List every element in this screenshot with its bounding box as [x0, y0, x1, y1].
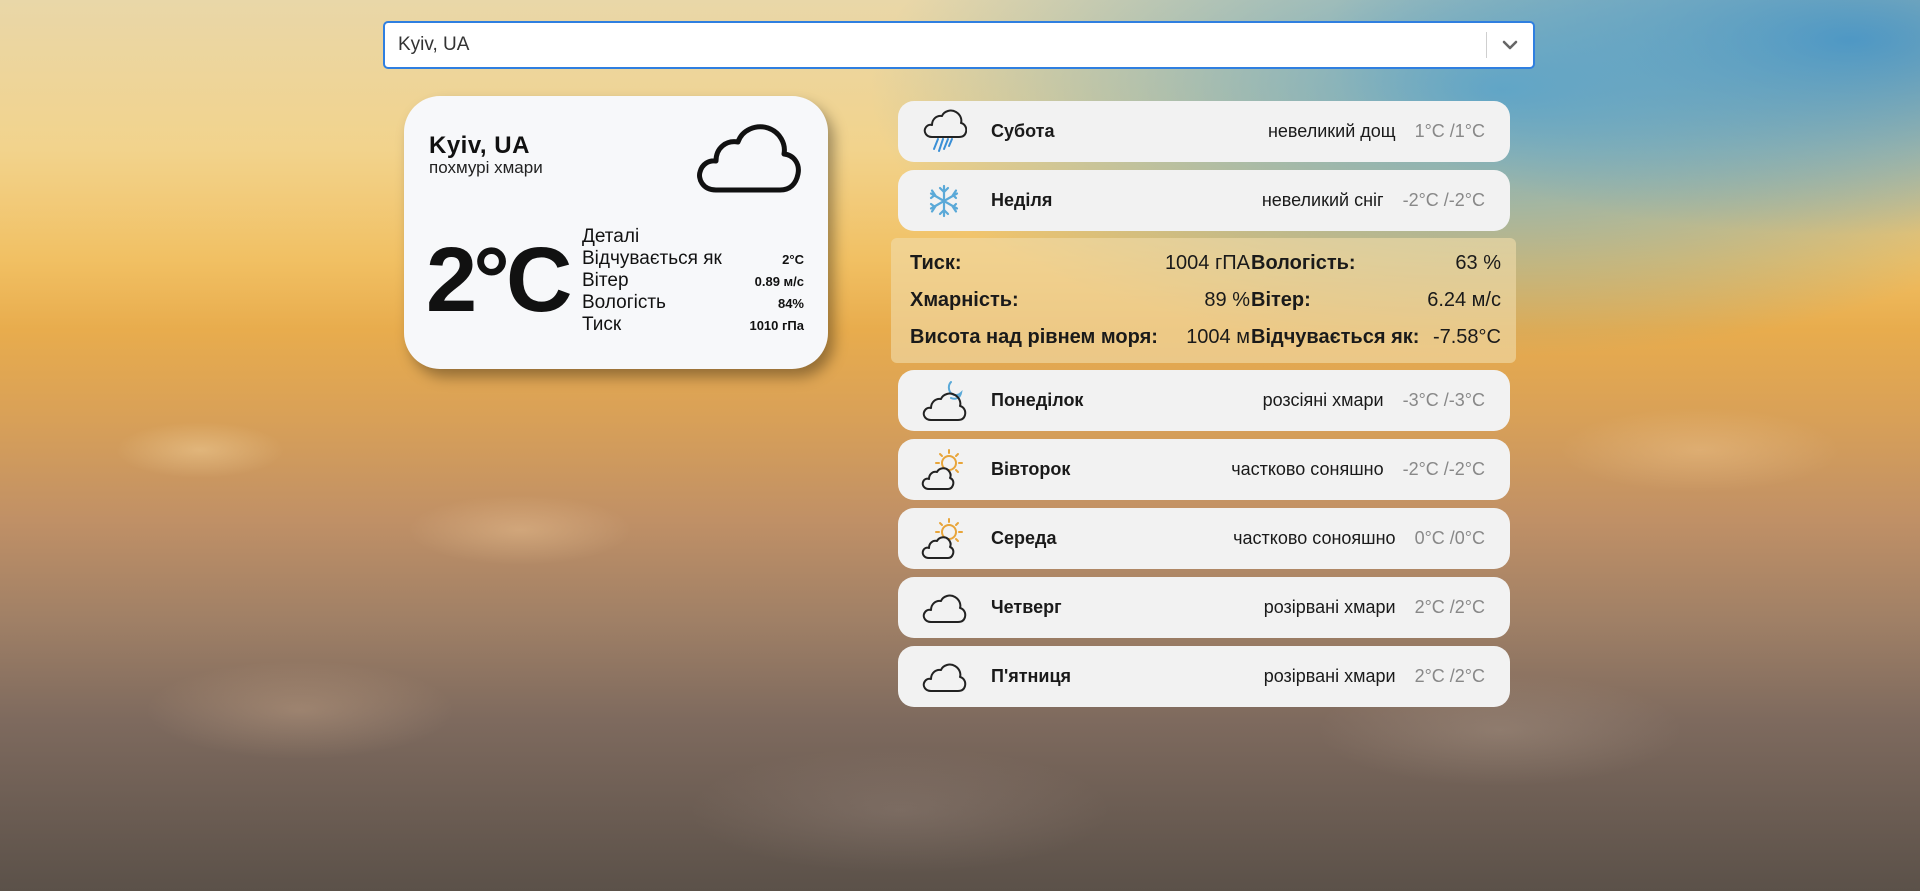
- current-temperature: 2°C: [426, 229, 572, 331]
- detail-label: Відчувається як: [582, 248, 722, 269]
- forecast-description: розірвані хмари: [1263, 597, 1396, 617]
- forecast-description: частково сонояшно: [1233, 528, 1396, 548]
- detail-value: 0.89 м/с: [754, 273, 804, 289]
- forecast-description: розірвані хмари: [1263, 666, 1396, 686]
- current-city: Kyiv, UA: [429, 132, 530, 159]
- forecast-description: розсіяні хмари: [1262, 390, 1384, 410]
- city-select-value[interactable]: Kyiv, UA: [385, 34, 1486, 56]
- current-details: Деталі Відчувається як 2°C Вітер 0.89 м/…: [582, 226, 804, 336]
- sun-cloud-icon: [919, 514, 969, 564]
- sun-cloud-icon: [919, 445, 969, 495]
- rain-icon: [919, 107, 969, 157]
- detail-label: Тиск: [582, 314, 622, 335]
- forecast-temp: 2°C /2°C: [1414, 666, 1485, 686]
- forecast-temp: 0°C /0°C: [1414, 528, 1485, 548]
- clouds-row: Хмарність: 89 %: [910, 285, 1250, 315]
- chevron-down-icon[interactable]: [1487, 23, 1533, 67]
- forecast-item-wednesday[interactable]: Середа частково сонояшно 0°C /0°C: [898, 508, 1510, 569]
- forecast-temp: 1°C /1°C: [1414, 121, 1485, 141]
- detail-row: Відчувається як 2°C: [582, 248, 804, 270]
- forecast-day-name: Понеділок: [991, 390, 1084, 410]
- pressure-value: 1004 гПА: [1164, 251, 1250, 274]
- detail-row: Вітер 0.89 м/с: [582, 270, 804, 292]
- forecast-description: частково соняшно: [1231, 459, 1384, 479]
- humidity-label: Вологість:: [1251, 251, 1356, 274]
- forecast-description: невеликий дощ: [1267, 121, 1396, 141]
- forecast-temp: -2°C /-2°C: [1402, 459, 1485, 479]
- forecast-day-name: Четверг: [991, 597, 1062, 617]
- pressure-label: Тиск:: [910, 251, 962, 274]
- detail-label: Вітер: [582, 270, 629, 291]
- cloud-icon: [919, 652, 969, 702]
- clouds-label: Хмарність:: [910, 288, 1019, 311]
- humidity-row: Вологість: 63 %: [1251, 248, 1501, 278]
- forecast-temp: -2°C /-2°C: [1402, 190, 1485, 210]
- current-description: похмурі хмари: [429, 158, 543, 177]
- feels-like-label: Відчувається як:: [1251, 325, 1420, 348]
- detail-row: Вологість 84%: [582, 292, 804, 314]
- forecast-item-friday[interactable]: П'ятниця розірвані хмари 2°C /2°C: [898, 646, 1510, 707]
- feels-like-row: Відчувається як: -7.58°C: [1251, 322, 1501, 352]
- forecast-temp: -3°C /-3°C: [1402, 390, 1485, 410]
- detail-value: 84%: [777, 295, 804, 311]
- cloud-icon: [694, 120, 802, 203]
- current-weather-card: Kyiv, UA похмурі хмари 2°C Деталі Відчув…: [404, 96, 828, 369]
- cloud-moon-icon: [919, 376, 969, 426]
- cloud-icon: [919, 583, 969, 633]
- forecast-item-sunday[interactable]: Неділя невеликий сніг -2°C /-2°C: [898, 170, 1510, 231]
- wind-value: 6.24 м/с: [1427, 288, 1501, 311]
- sea-level-value: 1004 м: [1186, 325, 1250, 348]
- forecast-day-name: Неділя: [991, 190, 1053, 210]
- detail-value: 1010 гПа: [749, 317, 804, 333]
- snowflake-icon: [919, 176, 969, 226]
- forecast-item-tuesday[interactable]: Вівторок частково соняшно -2°C /-2°C: [898, 439, 1510, 500]
- forecast-day-name: Вівторок: [991, 459, 1071, 479]
- forecast-day-name: Середа: [991, 528, 1057, 548]
- pressure-row: Тиск: 1004 гПА: [910, 248, 1250, 278]
- expanded-day-details: Тиск: 1004 гПА Вологість: 63 % Хмарність…: [891, 238, 1516, 363]
- forecast-description: невеликий сніг: [1261, 190, 1384, 210]
- humidity-value: 63 %: [1455, 251, 1501, 274]
- forecast-day-name: Субота: [991, 121, 1055, 141]
- detail-value: 2°C: [782, 251, 804, 267]
- wind-row: Вітер: 6.24 м/с: [1251, 285, 1501, 315]
- forecast-day-name: П'ятниця: [991, 666, 1072, 686]
- forecast-item-thursday[interactable]: Четверг розірвані хмари 2°C /2°C: [898, 577, 1510, 638]
- city-select[interactable]: Kyiv, UA: [383, 21, 1535, 69]
- detail-label: Вологість: [582, 292, 666, 313]
- wind-label: Вітер:: [1251, 288, 1311, 311]
- feels-like-value: -7.58°C: [1432, 325, 1501, 348]
- forecast-temp: 2°C /2°C: [1414, 597, 1485, 617]
- forecast-item-saturday[interactable]: Субота невеликий дощ 1°C /1°C: [898, 101, 1510, 162]
- details-heading: Деталі: [582, 226, 640, 247]
- sea-level-row: Висота над рівнем моря: 1004 м: [910, 322, 1250, 352]
- detail-row: Тиск 1010 гПа: [582, 314, 804, 336]
- clouds-value: 89 %: [1204, 288, 1250, 311]
- forecast-item-monday[interactable]: Понеділок розсіяні хмари -3°C /-3°C: [898, 370, 1510, 431]
- sea-level-label: Висота над рівнем моря:: [910, 325, 1158, 348]
